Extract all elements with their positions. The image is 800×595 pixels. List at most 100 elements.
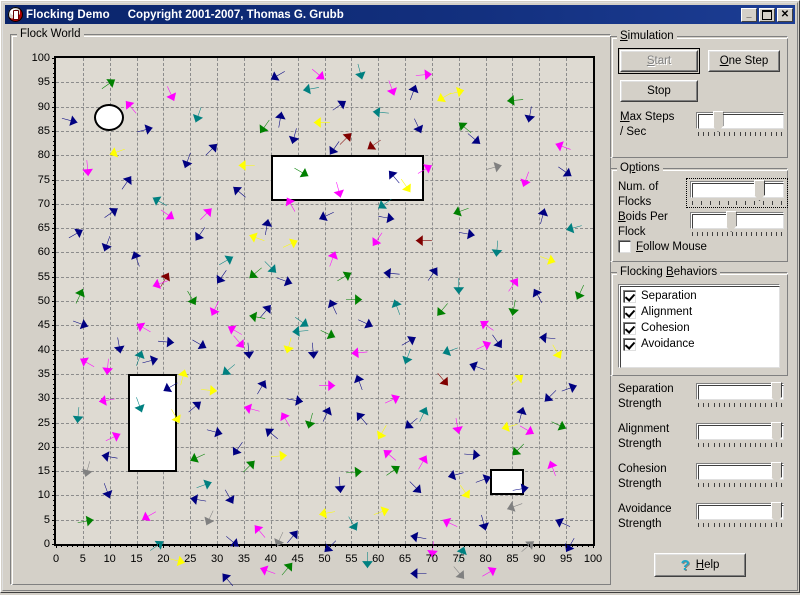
y-tick-label: 45	[38, 319, 50, 331]
x-minor-tick	[131, 544, 132, 547]
slider-tick	[719, 483, 720, 487]
boid	[469, 361, 484, 371]
slider-tick	[754, 201, 755, 205]
behavior-item-avoidance[interactable]: Avoidance	[623, 336, 775, 352]
boid	[555, 141, 570, 151]
behavior-item-separation[interactable]: Separation	[623, 288, 775, 304]
x-minor-tick	[201, 544, 202, 547]
strength-slider-track[interactable]	[696, 503, 784, 520]
slider-tick	[771, 132, 772, 136]
x-minor-tick	[239, 544, 240, 547]
y-tick-label: 35	[38, 368, 50, 380]
slider-tick	[781, 132, 782, 136]
y-minor-tick	[53, 437, 56, 438]
y-minor-tick	[53, 369, 56, 370]
boid	[387, 80, 397, 95]
x-minor-tick	[443, 544, 444, 547]
boid	[507, 95, 523, 106]
y-minor-tick	[53, 393, 56, 394]
y-tick-mark	[52, 82, 56, 83]
cohesion-strength-row: CohesionStrength	[610, 460, 788, 498]
x-minor-tick	[287, 544, 288, 547]
x-tick-mark	[244, 544, 245, 548]
y-tick-mark	[52, 398, 56, 399]
y-tick-mark	[52, 423, 56, 424]
slider-tick	[708, 132, 709, 136]
flocking-behaviors-list[interactable]: SeparationAlignmentCohesionAvoidance	[618, 284, 780, 368]
strength-slider-track[interactable]	[696, 463, 784, 480]
num-flocks-slider-ticks	[692, 201, 782, 205]
boid	[545, 390, 556, 401]
strength-slider-track[interactable]	[696, 383, 784, 400]
slider-tick	[727, 232, 728, 236]
boid	[69, 229, 83, 238]
boid	[303, 84, 319, 95]
boid	[204, 511, 214, 526]
cohesion-strength-label: CohesionStrength	[618, 462, 694, 492]
client-area: Flock World 0510152025303540455055606570…	[6, 26, 794, 587]
follow-mouse-checkbox[interactable]: Follow Mouse	[618, 240, 707, 253]
x-tick-label: 35	[238, 553, 250, 565]
help-button[interactable]: ? Help	[654, 553, 746, 577]
y-minor-tick	[53, 330, 56, 331]
strength-slider-track[interactable]	[696, 423, 784, 440]
close-button[interactable]: ✕	[777, 8, 793, 22]
flock-world-plot[interactable]: 0510152025303540455055606570758085909510…	[12, 42, 609, 582]
start-button[interactable]: Start	[620, 50, 698, 72]
slider-tick	[698, 443, 699, 447]
maximize-button[interactable]	[759, 8, 775, 22]
boid	[206, 144, 217, 155]
boid	[367, 140, 380, 150]
behavior-item-cohesion[interactable]: Cohesion	[623, 320, 775, 336]
slider-tick	[703, 443, 704, 447]
x-minor-tick	[357, 544, 358, 547]
x-minor-tick	[260, 544, 261, 547]
x-tick-mark	[593, 544, 594, 548]
boid	[161, 273, 170, 287]
boid	[502, 422, 518, 432]
num-flocks-slider-track[interactable]	[690, 181, 784, 198]
boid	[402, 336, 416, 345]
boids-per-flock-label: Boids Per Flock	[618, 210, 694, 240]
boid	[260, 120, 270, 133]
simulation-group: Simulation Start One Step Stop Max Steps…	[610, 30, 788, 158]
slider-tick	[755, 403, 756, 407]
x-minor-tick	[427, 544, 428, 547]
boid	[169, 556, 185, 566]
minimize-button[interactable]: _	[741, 8, 757, 22]
boid	[480, 321, 493, 331]
slider-tick	[740, 483, 741, 487]
strength-slider-ticks	[698, 523, 782, 527]
follow-mouse-checkbox-box[interactable]	[618, 240, 631, 253]
slider-tick	[781, 201, 782, 205]
y-tick-mark	[52, 204, 56, 205]
boid	[225, 490, 234, 504]
x-minor-tick	[550, 544, 551, 547]
behavior-checkbox[interactable]	[623, 322, 636, 335]
boid	[354, 375, 364, 390]
stop-button[interactable]: Stop	[620, 80, 698, 102]
boid	[521, 172, 531, 187]
plot-area[interactable]: 0510152025303540455055606570758085909510…	[54, 56, 595, 546]
behavior-checkbox[interactable]	[623, 290, 636, 303]
y-tick-label: 85	[38, 125, 50, 137]
strength-label-line2: Strength	[618, 397, 694, 412]
boids-per-flock-slider-track[interactable]	[690, 212, 784, 229]
y-minor-tick	[53, 136, 56, 137]
behavior-checkbox[interactable]	[623, 338, 636, 351]
max-steps-slider-track[interactable]	[696, 112, 784, 129]
app-icon[interactable]	[8, 7, 23, 22]
behavior-checkbox[interactable]	[623, 306, 636, 319]
title-bar[interactable]: Flocking Demo Copyright 2001-2007, Thoma…	[5, 5, 795, 24]
slider-tick	[771, 443, 772, 447]
boid	[482, 567, 496, 576]
y-minor-tick	[53, 102, 56, 103]
y-tick-label: 75	[38, 174, 50, 186]
slider-tick	[724, 443, 725, 447]
behavior-item-alignment[interactable]: Alignment	[623, 304, 775, 320]
slider-tick	[750, 483, 751, 487]
slider-tick	[745, 201, 746, 205]
slider-tick	[708, 483, 709, 487]
one-step-button[interactable]: One Step	[708, 50, 780, 72]
x-minor-tick	[126, 544, 127, 547]
